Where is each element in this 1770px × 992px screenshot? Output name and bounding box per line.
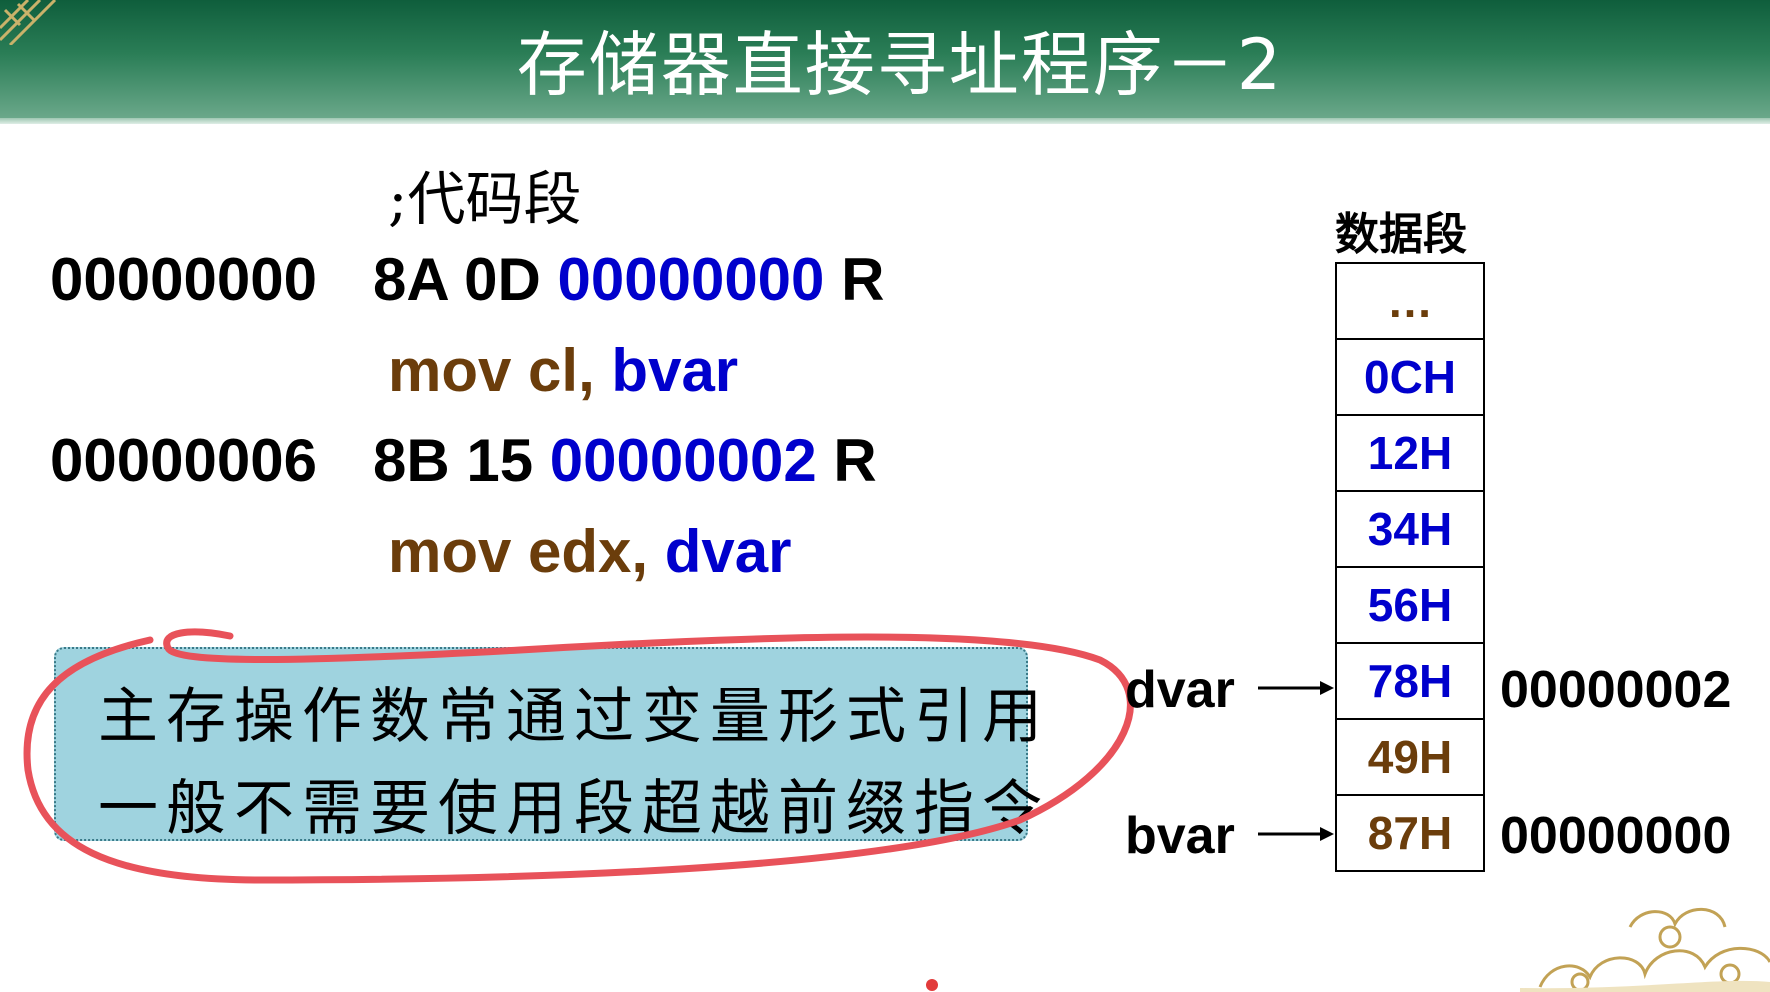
memory-cell: 49H	[1337, 720, 1483, 796]
bvar-pointer-label: bvar	[1125, 807, 1235, 865]
memory-cell: 12H	[1337, 416, 1483, 492]
bvar-address: 00000000	[1500, 807, 1732, 865]
memory-table: … 0CH 12H 34H 56H 78H 49H 87H	[1335, 262, 1485, 872]
dvar-pointer-label: dvar	[1125, 661, 1235, 719]
memory-cell: 0CH	[1337, 340, 1483, 416]
data-segment-title: 数据段	[1335, 209, 1467, 260]
cloud-ornament-icon	[1520, 907, 1770, 992]
red-dot	[926, 979, 938, 991]
memory-cell: 34H	[1337, 492, 1483, 568]
bvar-arrow-icon	[1258, 827, 1334, 841]
memory-cell: 56H	[1337, 568, 1483, 644]
dvar-address: 00000002	[1500, 661, 1732, 719]
dvar-arrow-icon	[1258, 681, 1334, 695]
memory-cell: 87H	[1337, 796, 1483, 872]
memory-cell: …	[1337, 264, 1483, 340]
memory-cell: 78H	[1337, 644, 1483, 720]
